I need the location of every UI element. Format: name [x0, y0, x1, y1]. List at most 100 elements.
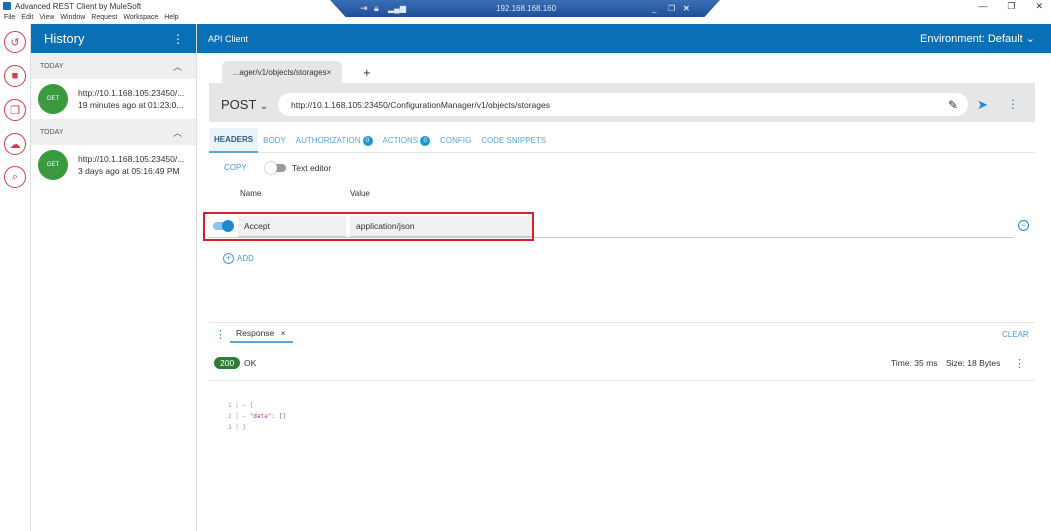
count-badge: 0 [420, 135, 431, 146]
chevron-down-icon: ⌄ [259, 101, 269, 112]
minimize-button[interactable]: — [978, 1, 987, 12]
history-group[interactable]: TODAY ︿ [31, 53, 196, 79]
code-text: { [249, 402, 254, 409]
close-icon[interactable]: × [281, 328, 286, 338]
menu-help[interactable]: Help [164, 14, 178, 21]
status-code-badge: 200 [214, 357, 241, 369]
menu-file[interactable]: File [4, 14, 15, 21]
add-tab-button[interactable]: + [363, 65, 371, 80]
tab-config[interactable]: CONFIG [435, 128, 476, 153]
app-title: Advanced REST Client by MuleSoft [15, 1, 142, 11]
close-tab-icon[interactable]: × [327, 68, 332, 77]
code-text: "data": [] [249, 413, 286, 420]
history-url: http://10.1.168.105:23450/... [78, 88, 185, 98]
lock-icon[interactable]: 🔒︎ [374, 3, 379, 14]
menu-request[interactable]: Request [91, 14, 117, 21]
text-editor-toggle[interactable] [265, 162, 286, 174]
rdp-restore-button[interactable]: ❐ [668, 4, 675, 13]
count-badge: 0 [362, 135, 373, 146]
tab-authorization[interactable]: AUTHORIZATION 0 [291, 128, 378, 153]
response-body: 1 │ − { 2 │ − "data": [] 3 │ } [228, 400, 286, 433]
nav-rail: ↺ ■ ❐ ☁ ⌕ [0, 24, 31, 531]
add-icon: + [223, 253, 234, 264]
restore-button[interactable]: ❐ [1007, 1, 1015, 12]
cloud-icon[interactable]: ☁ [4, 133, 26, 155]
menu-workspace[interactable]: Workspace [123, 14, 158, 21]
page-title: API Client [208, 33, 249, 44]
api-client-header: API Client Environment: Default ⌄ [197, 24, 1051, 53]
tab-label: BODY [263, 136, 286, 145]
method-badge: GET [38, 150, 68, 180]
response-time: Time: 35 ms [891, 358, 938, 368]
tab-label: AUTHORIZATION [295, 136, 361, 145]
tab-label: ACTIONS [382, 136, 419, 145]
more-vert-icon[interactable]: ⋮ [215, 328, 226, 341]
tab-code-snippets[interactable]: CODE SNIPPETS [476, 128, 551, 153]
request-tab[interactable]: ...ager/v1/objects/storages × [222, 61, 342, 84]
menu-bar: File Edit View Window Request Workspace Help [0, 12, 179, 23]
line-number: 3 [228, 424, 232, 431]
group-label: TODAY [40, 62, 64, 70]
rdp-close-button[interactable]: ✕ [683, 4, 690, 13]
rdp-minimize-button[interactable]: _ [652, 4, 656, 13]
environment-selector[interactable]: Environment: Default ⌄ [920, 32, 1035, 45]
method-badge: GET [38, 84, 68, 114]
menu-view[interactable]: View [39, 14, 54, 21]
history-item[interactable]: GET http://10.1.168.105:23450/... 19 minut… [31, 79, 196, 119]
tab-headers[interactable]: HEADERS [209, 128, 259, 153]
chevron-up-icon[interactable]: ︿ [173, 126, 182, 139]
history-group[interactable]: TODAY ︿ [31, 119, 196, 145]
history-header: History ⋮ [31, 24, 196, 53]
remote-ip: 192.168.168.160 [496, 4, 557, 13]
tab-body[interactable]: BODY [258, 128, 291, 153]
history-item[interactable]: GET http://10.1.168.105:23450/... 3 days a… [31, 145, 196, 185]
copy-button[interactable]: COPY [224, 163, 247, 172]
history-title: History [44, 31, 85, 46]
method-select[interactable]: POST ⌄ [221, 97, 268, 112]
column-header-name: Name [240, 189, 262, 198]
chevron-up-icon[interactable]: ︿ [173, 60, 182, 73]
group-label: TODAY [40, 128, 64, 136]
search-icon[interactable]: ⌕ [4, 166, 26, 188]
tab-label: HEADERS [214, 135, 254, 144]
edit-icon[interactable]: ✎ [948, 98, 958, 112]
code-line: 2 │ − "data": [] [228, 413, 286, 420]
tab-label: CONFIG [440, 136, 472, 145]
highlight-box [203, 212, 534, 241]
line-number: 2 [228, 413, 232, 420]
menu-window[interactable]: Window [60, 14, 85, 21]
tab-actions[interactable]: ACTIONS 0 [378, 128, 436, 153]
more-vert-icon[interactable]: ⋮ [172, 32, 184, 46]
more-vert-icon[interactable]: ⋮ [1014, 357, 1025, 370]
line-number: 1 [228, 402, 232, 409]
response-tab[interactable]: Response × [230, 328, 293, 343]
menu-edit[interactable]: Edit [21, 14, 33, 21]
window-controls: — ❐ ✕ [978, 1, 1043, 12]
code-line: 3 │ } [228, 424, 247, 431]
divider [209, 380, 1035, 381]
close-button[interactable]: ✕ [1035, 1, 1043, 12]
request-tab-label: ...ager/v1/objects/storages [232, 68, 327, 77]
code-line: 1 │ − { [228, 402, 254, 409]
request-tabs: HEADERS BODY AUTHORIZATION 0 ACTIONS 0 CON… [209, 128, 1035, 153]
divider [209, 322, 1035, 323]
history-time: 19 minutes ago at 01:23:0... [78, 100, 184, 110]
add-label: ADD [237, 254, 254, 263]
more-vert-icon[interactable]: ⋮ [1007, 97, 1019, 111]
remote-desktop-bar: ⇥ 🔒︎ ▂▄▆ 192.168.168.160 _ ❐ ✕ [330, 0, 720, 17]
remove-header-icon[interactable]: − [1018, 220, 1029, 231]
clear-button[interactable]: CLEAR [1002, 330, 1029, 339]
history-url: http://10.1.168.105:23450/... [78, 154, 185, 164]
pin-icon[interactable]: ⇥ [360, 3, 368, 14]
response-size: Size: 18 Bytes [946, 358, 1001, 368]
send-icon[interactable]: ➤ [977, 97, 988, 113]
history-time: 3 days ago at 05:16:49 PM [78, 166, 180, 176]
url-input[interactable]: http://10.1.168.105:23450/ConfigurationM… [278, 93, 968, 116]
saved-requests-icon[interactable]: ❐ [4, 99, 26, 121]
method-label: POST [221, 97, 257, 112]
signal-icon: ▂▄▆ [388, 4, 406, 13]
history-icon[interactable]: ↺ [4, 31, 26, 53]
status-text: OK [244, 358, 257, 368]
add-header-button[interactable]: + ADD [223, 253, 254, 264]
save-icon[interactable]: ■ [4, 65, 26, 87]
